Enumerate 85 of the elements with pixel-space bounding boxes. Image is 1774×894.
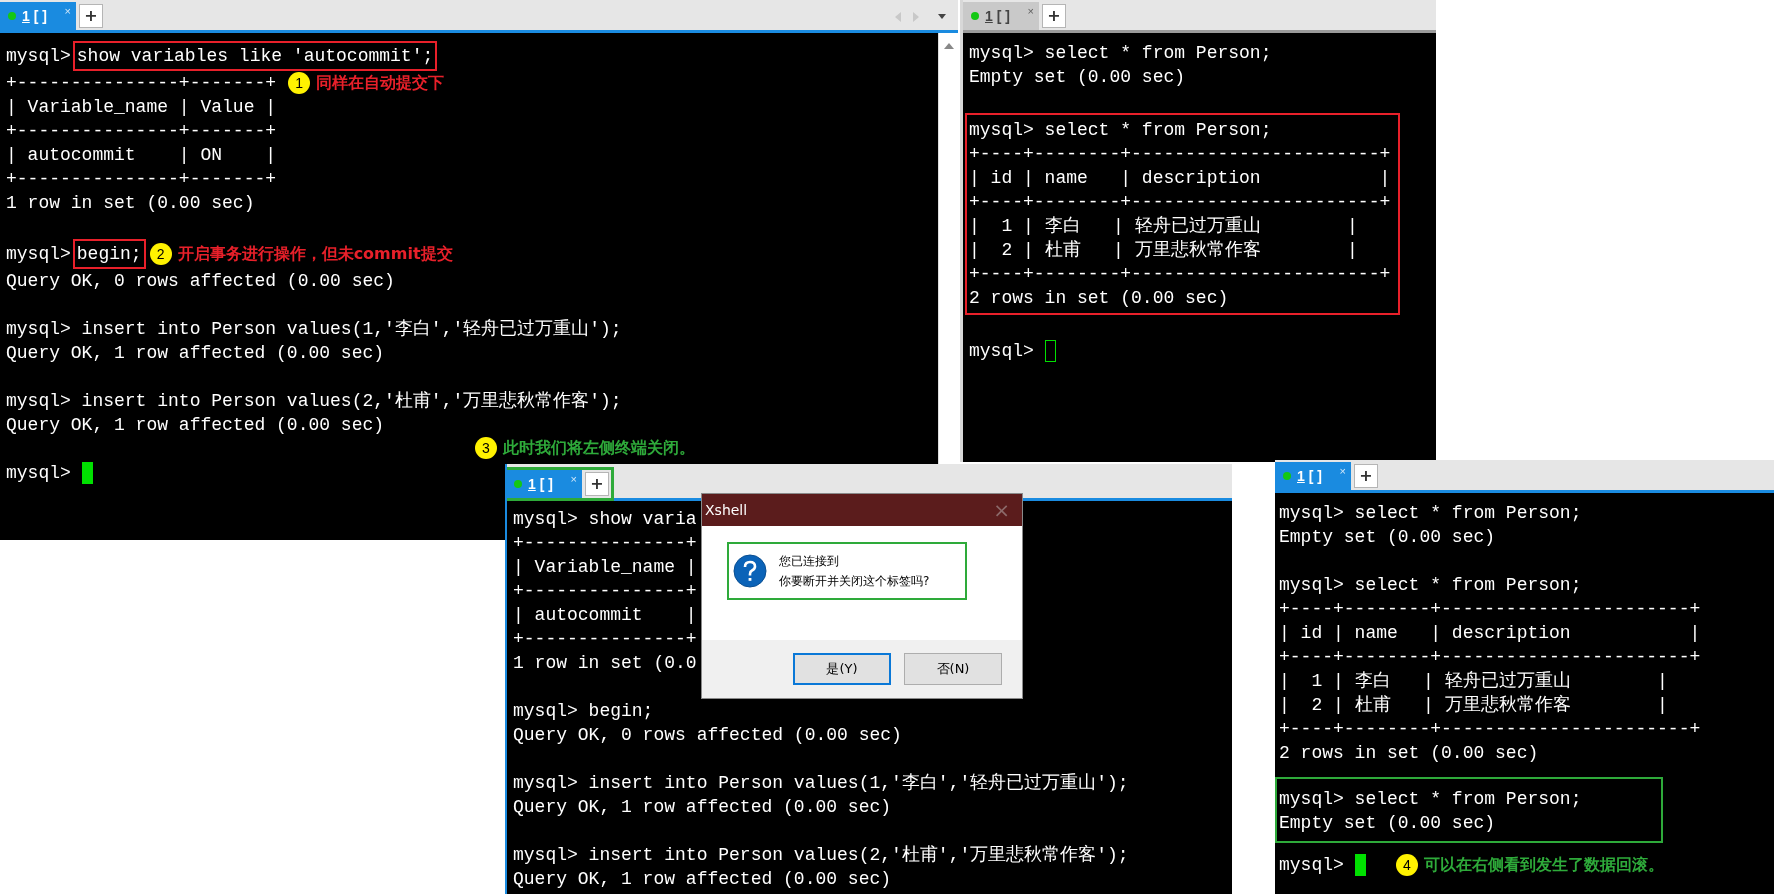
terminal-line: | Variable_name | Value |	[6, 96, 277, 119]
terminal-line: mysql> begin;	[513, 700, 654, 723]
terminal-line: 1 row in set (0.0	[513, 652, 697, 675]
scroll-up-icon[interactable]	[943, 43, 954, 49]
status-dot-icon	[971, 12, 979, 20]
terminal-line: Query OK, 1 row affected (0.00 sec)	[6, 342, 385, 365]
terminal-line: | id | name | description |	[1279, 622, 1701, 645]
dialog-button[interactable]: 是(Y)	[793, 653, 891, 685]
dialog-title: Xshell	[705, 502, 748, 518]
step-number-badge: 4	[1395, 854, 1418, 876]
terminal-line: +----+--------+-----------------------+	[969, 263, 1391, 286]
terminal-line: +----+--------+-----------------------+	[1279, 598, 1701, 621]
terminal-line: mysql> insert into Person values(1,'李白','轻舟已过万重山');	[513, 772, 1129, 795]
terminal-line: mysql>	[6, 243, 71, 266]
terminal-line: mysql> select * from Person;	[1279, 574, 1582, 597]
terminal-line: mysql> insert into Person values(1,'李白','轻舟已过万重山');	[6, 318, 622, 341]
terminal-prompt: mysql>	[969, 340, 1034, 363]
terminal-line: Query OK, 1 row affected (0.00 sec)	[6, 414, 385, 437]
terminal-line: +----+--------+-----------------------+	[1279, 718, 1701, 741]
terminal-line: mysql> select * from Person;	[1279, 788, 1582, 811]
highlighted-command: begin;	[72, 239, 146, 269]
terminal-line: +----+--------+-----------------------+	[969, 143, 1391, 166]
terminal-line: | 2 | 杜甫 | 万里悲秋常作客 |	[1279, 694, 1668, 717]
terminal-line: 1 row in set (0.00 sec)	[6, 192, 255, 215]
status-dot-icon	[514, 480, 522, 488]
session-tab[interactable]: 1 [ ] ×	[0, 2, 76, 30]
terminal-line: 2 rows in set (0.00 sec)	[969, 287, 1229, 310]
terminal-line: mysql> show varia	[513, 508, 697, 531]
terminal-line: | Variable_name |	[513, 556, 697, 579]
highlighted-command: show variables like 'autocommit';	[72, 41, 438, 71]
new-tab-button[interactable]: +	[1354, 464, 1378, 488]
terminal-line: | autocommit | ON |	[6, 144, 277, 167]
terminal-line: +---------------+-------+	[6, 168, 277, 191]
terminal-line: +----+--------+-----------------------+	[1279, 646, 1701, 669]
terminal-line: mysql> select * from Person;	[969, 119, 1272, 142]
terminal-line: | autocommit |	[513, 604, 697, 627]
close-button[interactable]: ×	[570, 473, 577, 485]
terminal-line: | id | name | description |	[969, 167, 1391, 190]
annotation-text: 同样在自动提交下	[316, 72, 445, 94]
terminal-line: mysql> insert into Person values(2,'杜甫','万里悲秋常作客');	[513, 844, 1129, 867]
close-button[interactable]: ×	[993, 498, 1010, 522]
close-button[interactable]: ×	[1339, 465, 1346, 477]
dialog-message: 您已连接到	[779, 553, 840, 570]
dialog-message: 你要断开并关闭这个标签吗?	[779, 573, 930, 590]
terminal-line: Empty set (0.00 sec)	[969, 66, 1186, 89]
terminal-line: Query OK, 1 row affected (0.00 sec)	[513, 796, 892, 819]
terminal-prompt: mysql>	[6, 462, 71, 485]
terminal-prompt: mysql>	[1279, 854, 1344, 877]
terminal-line: | 2 | 杜甫 | 万里悲秋常作客 |	[969, 239, 1358, 262]
terminal-line: Empty set (0.00 sec)	[1279, 812, 1496, 835]
terminal-line: Query OK, 1 row affected (0.00 sec)	[513, 868, 892, 891]
terminal-line: +---------------+-------+	[6, 120, 277, 143]
status-dot-icon	[1283, 472, 1291, 480]
dialog-button[interactable]: 否(N)	[904, 653, 1002, 685]
session-tab[interactable]: 1 [ ] ×	[1275, 462, 1351, 490]
close-button[interactable]: ×	[64, 5, 71, 17]
terminal-line: mysql>	[6, 45, 71, 68]
terminal-line: mysql> insert into Person values(2,'杜甫','万里悲秋常作客');	[6, 390, 622, 413]
terminal-line: mysql> select * from Person;	[1279, 502, 1582, 525]
step-number-badge: 2	[149, 243, 172, 265]
terminal-line: +---------------+	[513, 580, 697, 603]
close-button[interactable]: ×	[1027, 5, 1034, 17]
step-number-badge: 1	[288, 72, 311, 94]
annotation-text: 此时我们将左侧终端关闭。	[503, 437, 695, 459]
terminal-line: +---------------+	[513, 532, 697, 555]
dropdown-icon[interactable]	[938, 14, 946, 20]
question-icon[interactable]	[733, 554, 767, 588]
terminal-line: Query OK, 0 rows affected (0.00 sec)	[513, 724, 902, 747]
terminal-line: +---------------+-------+	[6, 72, 277, 95]
terminal-line: Empty set (0.00 sec)	[1279, 526, 1496, 549]
terminal-line: +---------------+	[513, 628, 697, 651]
annotation-text: 开启事务进行操作，但未commit提交	[177, 243, 453, 265]
terminal-line: | 1 | 李白 | 轻舟已过万重山 |	[969, 215, 1358, 238]
session-tab[interactable]: 1 [ ] ×	[507, 470, 582, 498]
status-dot-icon	[8, 12, 16, 20]
terminal-line: +----+--------+-----------------------+	[969, 191, 1391, 214]
terminal-line: Query OK, 0 rows affected (0.00 sec)	[6, 270, 395, 293]
new-tab-button[interactable]: +	[79, 4, 103, 28]
annotation-text: 可以在右侧看到发生了数据回滚。	[1423, 854, 1664, 876]
terminal-line: | 1 | 李白 | 轻舟已过万重山 |	[1279, 670, 1668, 693]
terminal-line: mysql> select * from Person;	[969, 42, 1272, 65]
new-tab-button[interactable]: +	[1042, 4, 1066, 28]
session-tab[interactable]: 1 [ ] ×	[963, 2, 1039, 30]
new-tab-button[interactable]: +	[585, 472, 609, 496]
terminal-line: 2 rows in set (0.00 sec)	[1279, 742, 1539, 765]
